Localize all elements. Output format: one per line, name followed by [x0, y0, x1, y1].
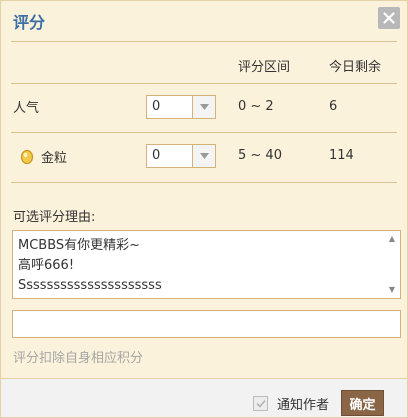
row-label-popularity: 人气 [13, 101, 40, 116]
reason-option[interactable]: MCBBS有你更精彩~ [18, 236, 382, 256]
check-icon [255, 399, 266, 408]
close-icon [383, 12, 395, 24]
dialog-title: 评分 [13, 13, 46, 32]
reason-list[interactable]: MCBBS有你更精彩~ 高呼666! Sssssssssssssssssssss… [12, 230, 401, 299]
chevron-down-icon[interactable] [192, 96, 215, 118]
reason-option[interactable]: 高呼666! [18, 256, 382, 276]
scrollbar[interactable]: ▲ ▼ [385, 232, 399, 297]
gold-range: 5 ~ 40 [238, 148, 282, 163]
popularity-range: 0 ~ 2 [238, 99, 274, 114]
header-divider [11, 41, 397, 42]
range-header: 评分区间 [238, 60, 291, 75]
remaining-header: 今日剩余 [329, 60, 382, 75]
notify-author[interactable]: 通知作者 [253, 394, 329, 413]
reason-label: 可选评分理由: [13, 210, 96, 225]
popularity-remaining: 6 [329, 99, 338, 114]
chevron-down-icon[interactable] [192, 145, 215, 167]
table-divider [11, 83, 397, 84]
confirm-button[interactable]: 确定 [341, 390, 384, 416]
gold-remaining: 114 [329, 148, 354, 163]
gold-select[interactable]: 0 [146, 144, 216, 168]
gold-coin-icon [20, 149, 34, 164]
scroll-down-icon[interactable]: ▼ [389, 283, 395, 297]
row-divider [11, 132, 397, 133]
notify-checkbox[interactable] [253, 396, 268, 411]
deduction-hint: 评分扣除自身相应积分 [13, 351, 144, 366]
close-button[interactable] [378, 7, 400, 29]
table-bottom-divider [11, 182, 397, 183]
rate-dialog: 评分 评分区间 今日剩余 人气 0 0 ~ 2 6 金粒 0 5 ~ 40 11… [0, 0, 408, 418]
scroll-up-icon[interactable]: ▲ [389, 232, 395, 246]
gold-select-value: 0 [152, 148, 161, 163]
notify-label: 通知作者 [277, 398, 330, 413]
custom-reason-input[interactable] [12, 310, 401, 338]
row-label-gold: 金粒 [20, 147, 67, 166]
popularity-select-value: 0 [152, 99, 161, 114]
popularity-select[interactable]: 0 [146, 95, 216, 119]
reason-option[interactable]: Sssssssssssssssssssss [18, 276, 382, 296]
